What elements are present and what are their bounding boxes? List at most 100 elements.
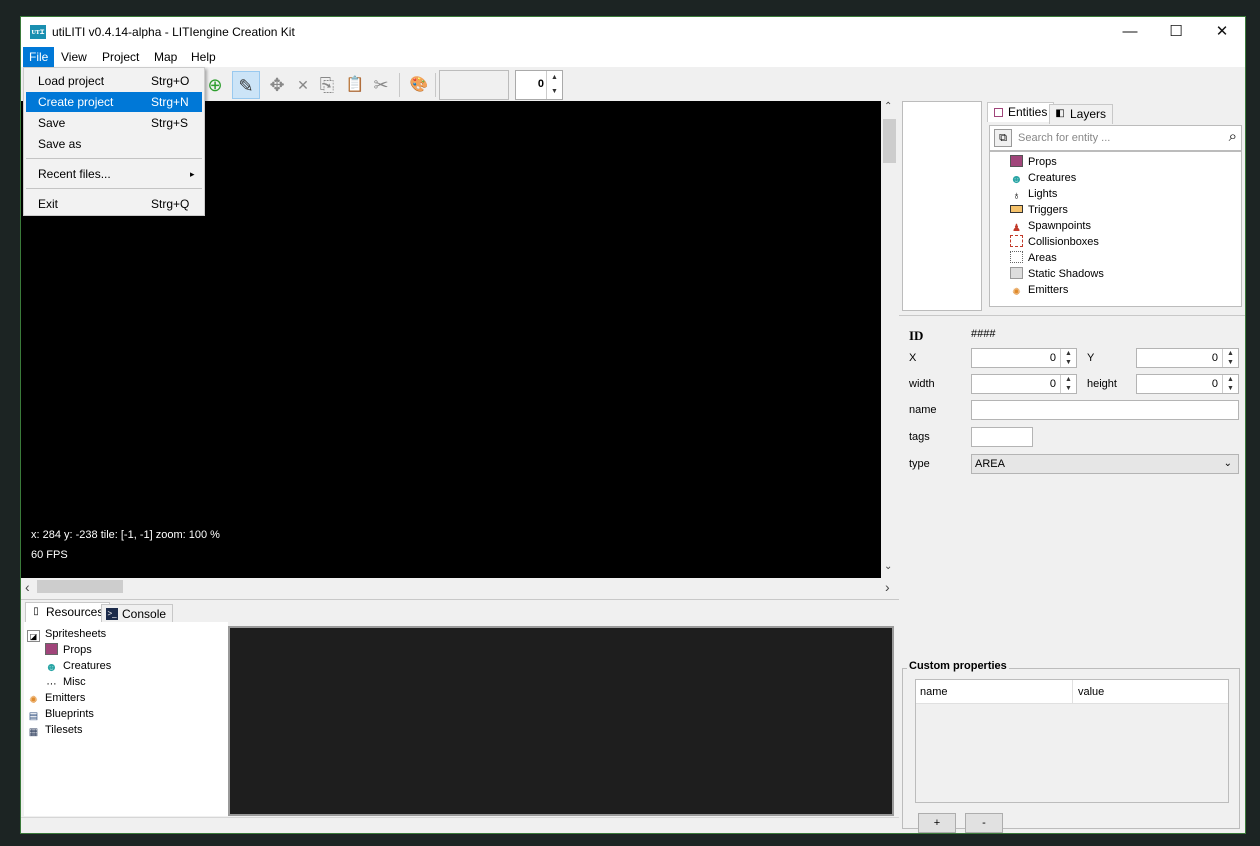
paste-icon[interactable]: 📋 xyxy=(341,71,369,99)
console-icon: >_ xyxy=(106,608,118,620)
minimize-button[interactable]: — xyxy=(1107,17,1153,47)
minimap[interactable] xyxy=(902,101,982,311)
cut-icon[interactable]: ✂ xyxy=(367,71,395,99)
arrow-up-icon[interactable]: ▲ xyxy=(547,71,562,85)
tab-console[interactable]: >_ Console xyxy=(101,604,174,624)
custom-properties-title: Custom properties xyxy=(907,660,1009,672)
add-entity-icon[interactable]: ⊕ xyxy=(201,71,229,99)
vertical-scroll-thumb[interactable] xyxy=(883,119,896,163)
custom-properties-table[interactable]: name value xyxy=(915,679,1229,803)
chevron-down-icon: ⌄ xyxy=(1223,458,1232,469)
menu-map[interactable]: Map xyxy=(148,47,183,67)
status-bar xyxy=(21,817,899,833)
entity-item-creatures[interactable]: ☻ Creatures xyxy=(1010,170,1076,186)
scroll-up-icon[interactable]: ⌃ xyxy=(884,101,892,112)
search-icon[interactable]: ⌕ xyxy=(1229,128,1237,145)
menu-item-save[interactable]: Save Strg+S xyxy=(26,113,202,133)
entity-item-lights[interactable]: ♁ Lights xyxy=(1010,186,1057,202)
color-preview-box[interactable] xyxy=(439,70,509,100)
layers-icon: ◧ xyxy=(1055,108,1065,119)
collapse-all-icon[interactable]: ⧉ xyxy=(994,129,1012,147)
menu-item-create-project[interactable]: Create project Strg+N xyxy=(26,92,202,112)
maximize-button[interactable]: ☐ xyxy=(1153,17,1199,47)
move-icon[interactable]: ✥ xyxy=(263,71,291,99)
entity-item-collisionboxes[interactable]: Collisionboxes xyxy=(1010,234,1099,250)
menu-separator xyxy=(26,188,202,189)
column-name[interactable]: name xyxy=(920,686,948,698)
tree-item-misc[interactable]: ⋯ Misc xyxy=(45,674,86,690)
entity-tree: Props ☻ Creatures ♁ Lights Triggers ♟ Spawn… xyxy=(989,151,1242,307)
y-spinner-icon[interactable]: ▲ ▼ xyxy=(1222,349,1238,367)
edit-mode-icon[interactable]: ✎ xyxy=(232,71,260,99)
tab-entities-label: Entities xyxy=(1008,105,1048,119)
canvas-vertical-scrollbar[interactable]: ⌃ ⌄ xyxy=(881,101,898,578)
entity-item-static-shadows[interactable]: Static Shadows xyxy=(1010,266,1104,282)
spinner-arrows[interactable]: ▲ ▼ xyxy=(546,71,562,99)
menu-item-load-project[interactable]: Load project Strg+O xyxy=(26,71,202,91)
tree-item-creatures[interactable]: ☻ Creatures xyxy=(45,658,111,674)
horizontal-scroll-thumb[interactable] xyxy=(37,580,123,593)
y-field[interactable]: 0 ▲ ▼ xyxy=(1136,348,1239,368)
height-field[interactable]: 0 ▲ ▼ xyxy=(1136,374,1239,394)
width-field[interactable]: 0 ▲ ▼ xyxy=(971,374,1077,394)
entity-search-bar: ⧉ ⌕ xyxy=(989,125,1242,151)
tab-resources[interactable]: ▯ Resources xyxy=(25,602,111,622)
type-select[interactable]: AREA ⌄ xyxy=(971,454,1239,474)
tree-item-emitters[interactable]: ✺ Emitters xyxy=(27,690,85,706)
entity-search-input[interactable] xyxy=(1018,129,1208,147)
x-spinner-icon[interactable]: ▲ ▼ xyxy=(1060,349,1076,367)
tags-label: tags xyxy=(909,431,930,443)
id-label: ID xyxy=(909,328,924,343)
remove-property-button[interactable]: - xyxy=(965,813,1003,833)
resources-tree: ◪ Spritesheets Props ☻ Creatures ⋯ Misc ✺ Em… xyxy=(24,622,228,816)
tree-item-blueprints[interactable]: ▤ Blueprints xyxy=(27,706,94,722)
menu-item-recent-files[interactable]: Recent files... ▸ xyxy=(26,164,202,184)
tab-entities[interactable]: Entities xyxy=(987,102,1055,122)
custom-properties-header: name value xyxy=(916,680,1228,704)
palette-icon[interactable]: 🎨 xyxy=(405,71,433,99)
menu-file[interactable]: File xyxy=(23,47,55,67)
entity-item-emitters[interactable]: ✺ Emitters xyxy=(1010,282,1068,298)
entity-item-props[interactable]: Props xyxy=(1010,154,1057,170)
menu-bar: File View Project Map Help xyxy=(21,47,1245,67)
tree-item-props[interactable]: Props xyxy=(45,642,92,658)
width-spinner-icon[interactable]: ▲ ▼ xyxy=(1060,375,1076,393)
toolbar-separator xyxy=(399,73,400,97)
menu-item-exit[interactable]: Exit Strg+Q xyxy=(26,194,202,214)
resources-icon: ▯ xyxy=(33,606,39,617)
entity-item-spawnpoints[interactable]: ♟ Spawnpoints xyxy=(1010,218,1091,234)
spinner-input[interactable]: 0 ▲ ▼ xyxy=(515,70,563,100)
canvas-horizontal-scrollbar[interactable]: ‹ › xyxy=(21,578,899,595)
scroll-down-icon[interactable]: ⌄ xyxy=(884,561,892,572)
column-value[interactable]: value xyxy=(1078,686,1104,698)
tab-layers[interactable]: ◧ Layers xyxy=(1049,104,1114,124)
menu-project[interactable]: Project xyxy=(96,47,145,67)
x-field[interactable]: 0 ▲ ▼ xyxy=(971,348,1077,368)
app-logo-icon: ᴜᴛɪ xyxy=(30,25,46,39)
height-label: height xyxy=(1087,378,1117,390)
height-spinner-icon[interactable]: ▲ ▼ xyxy=(1222,375,1238,393)
menu-item-save-as[interactable]: Save as xyxy=(26,134,202,154)
spinner-value: 0 xyxy=(537,78,544,90)
tree-item-tilesets[interactable]: ▦ Tilesets xyxy=(27,722,83,738)
add-property-button[interactable]: + xyxy=(918,813,956,833)
submenu-arrow-icon: ▸ xyxy=(190,169,195,179)
menu-view[interactable]: View xyxy=(55,47,93,67)
entity-item-triggers[interactable]: Triggers xyxy=(1010,202,1068,218)
arrow-down-icon[interactable]: ▼ xyxy=(547,85,562,99)
resource-preview xyxy=(228,626,894,816)
entity-item-areas[interactable]: Areas xyxy=(1010,250,1057,266)
column-divider xyxy=(1072,680,1073,704)
tree-item-spritesheets[interactable]: ◪ Spritesheets xyxy=(27,626,106,642)
close-button[interactable]: ✕ xyxy=(1199,17,1245,47)
props-icon xyxy=(45,643,58,655)
file-menu-dropdown: Load project Strg+O Create project Strg+… xyxy=(23,67,205,216)
name-field[interactable] xyxy=(971,400,1239,420)
copy-icon[interactable]: ⎘ xyxy=(313,71,341,99)
scroll-right-icon[interactable]: › xyxy=(885,579,890,595)
scroll-left-icon[interactable]: ‹ xyxy=(25,579,30,595)
tags-field[interactable] xyxy=(971,427,1033,447)
tab-layers-label: Layers xyxy=(1070,107,1107,121)
menu-help[interactable]: Help xyxy=(185,47,222,67)
app-window: ᴜᴛɪ utiLITI v0.4.14-alpha - LITIengine C… xyxy=(20,16,1246,834)
